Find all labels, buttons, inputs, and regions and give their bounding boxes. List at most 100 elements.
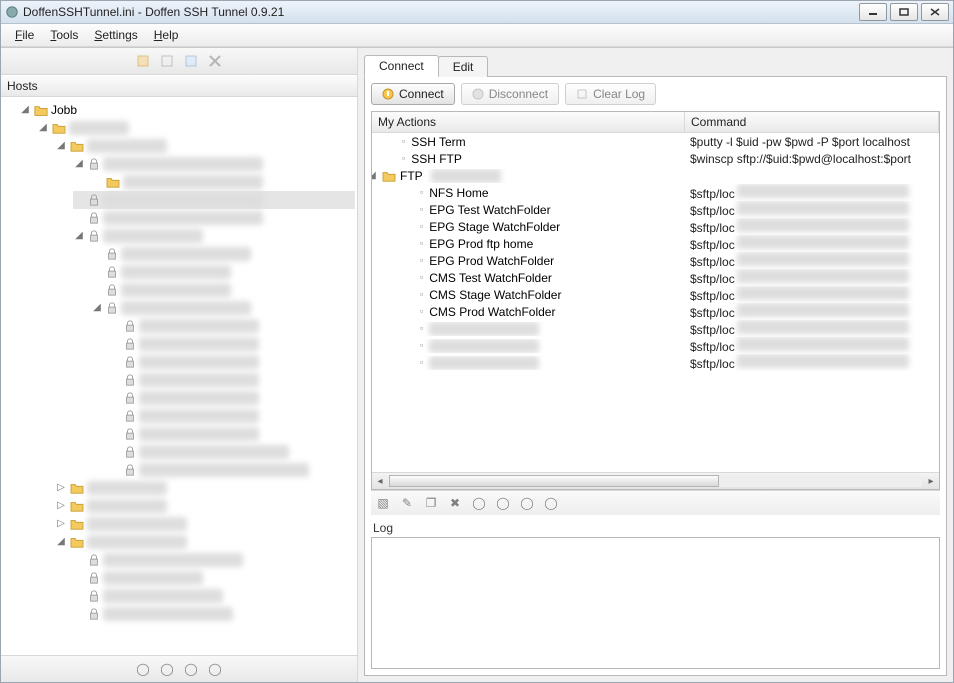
log-textarea[interactable] [371, 537, 940, 669]
horizontal-scrollbar[interactable]: ◂ ▸ [372, 472, 939, 489]
table-row[interactable]: ▫CMS Prod WatchFolder $sftp/loc [372, 303, 939, 320]
tree-node[interactable] [109, 443, 355, 461]
tree-node[interactable] [73, 191, 355, 209]
hosts-tree[interactable]: ◢ Jobb ◢ ◢ ◢ [1, 97, 357, 627]
expander-icon[interactable]: ◢ [372, 170, 378, 182]
column-header-command[interactable]: Command [685, 112, 939, 132]
menu-settings[interactable]: Settings [86, 26, 145, 44]
maximize-button[interactable] [890, 3, 918, 21]
tree-node[interactable] [109, 353, 355, 371]
tree-node[interactable]: ◢ [55, 533, 355, 551]
tab-connect[interactable]: Connect [364, 55, 439, 77]
tree-node[interactable]: ▷ [55, 497, 355, 515]
tree-node[interactable]: ◢ [37, 119, 355, 137]
table-row[interactable]: ▫SSH Term $putty -l $uid -pw $pwd -P $po… [372, 133, 939, 150]
action-nav-1-icon[interactable]: ◯ [471, 495, 487, 511]
toolbar-icon-1[interactable] [135, 53, 151, 69]
tree-node[interactable] [109, 407, 355, 425]
clear-log-button[interactable]: Clear Log [565, 83, 656, 105]
expander-icon[interactable]: ◢ [19, 104, 31, 116]
tree-node[interactable] [109, 317, 355, 335]
tree-node[interactable]: ▷ [55, 479, 355, 497]
tree-node[interactable] [73, 587, 355, 605]
toolbar-icon-2[interactable] [159, 53, 175, 69]
expander-icon[interactable]: ◢ [73, 230, 85, 242]
scroll-thumb[interactable] [389, 475, 719, 487]
table-row[interactable]: ▫ $sftp/loc [372, 337, 939, 354]
table-row[interactable]: ▫EPG Stage WatchFolder $sftp/loc [372, 218, 939, 235]
folder-icon [52, 122, 66, 134]
tree-node[interactable]: ▷ [55, 515, 355, 533]
action-nav-3-icon[interactable]: ◯ [519, 495, 535, 511]
tab-edit[interactable]: Edit [438, 56, 489, 77]
actions-table: My Actions Command ▫SSH Term $putty -l $… [371, 111, 940, 490]
bullet-icon: ▫ [420, 273, 423, 282]
tree-node[interactable] [91, 263, 355, 281]
action-nav-2-icon[interactable]: ◯ [495, 495, 511, 511]
connect-button[interactable]: Connect [371, 83, 455, 105]
tree-node[interactable] [109, 371, 355, 389]
table-row[interactable]: ▫NFS Home $sftp/loc [372, 184, 939, 201]
table-row[interactable]: ▫CMS Test WatchFolder $sftp/loc [372, 269, 939, 286]
action-command: $sftp/loc [684, 303, 939, 320]
table-row[interactable]: ▫SSH FTP $winscp sftp://$uid:$pwd@localh… [372, 150, 939, 167]
action-edit-icon[interactable]: ✎ [399, 495, 415, 511]
tree-node[interactable] [73, 209, 355, 227]
tree-node[interactable] [91, 281, 355, 299]
table-row[interactable]: ▫EPG Test WatchFolder $sftp/loc [372, 201, 939, 218]
action-nav-4-icon[interactable]: ◯ [543, 495, 559, 511]
action-copy-icon[interactable]: ❐ [423, 495, 439, 511]
tree-node[interactable]: ◢ [91, 299, 355, 317]
table-row[interactable]: ▫EPG Prod WatchFolder $sftp/loc [372, 252, 939, 269]
tree-node-label [103, 553, 243, 567]
menu-tools[interactable]: Tools [42, 26, 86, 44]
expander-icon[interactable]: ◢ [55, 536, 67, 548]
tree-node[interactable]: ◢ [73, 227, 355, 245]
minimize-button[interactable] [859, 3, 887, 21]
menu-help[interactable]: Help [146, 26, 187, 44]
expander-icon[interactable]: ◢ [73, 158, 85, 170]
hosts-tree-scroll[interactable]: ◢ Jobb ◢ ◢ ◢ [1, 97, 357, 655]
expander-icon[interactable]: ◢ [37, 122, 49, 134]
tree-node[interactable] [109, 461, 355, 479]
scroll-right-arrow[interactable]: ▸ [923, 476, 939, 487]
tree-node-root[interactable]: ◢ Jobb [19, 101, 355, 119]
tree-node[interactable] [91, 173, 355, 191]
arrow-up-icon[interactable]: ◯ [159, 661, 175, 677]
arrow-down-icon[interactable]: ◯ [183, 661, 199, 677]
scroll-track[interactable] [389, 475, 922, 487]
actions-table-body[interactable]: ▫SSH Term $putty -l $uid -pw $pwd -P $po… [372, 133, 939, 472]
tree-node[interactable]: ◢ [73, 155, 355, 173]
table-row[interactable]: ▫CMS Stage WatchFolder $sftp/loc [372, 286, 939, 303]
disconnect-button[interactable]: Disconnect [461, 83, 559, 105]
table-row[interactable]: ▫EPG Prod ftp home $sftp/loc [372, 235, 939, 252]
menu-file[interactable]: File [7, 26, 42, 44]
table-row[interactable]: ▫ $sftp/loc [372, 354, 939, 371]
action-delete-icon[interactable]: ✖ [447, 495, 463, 511]
arrow-left-icon[interactable]: ◯ [135, 661, 151, 677]
table-row[interactable]: ◢FTP [372, 167, 939, 184]
delete-icon[interactable] [207, 53, 223, 69]
scroll-left-arrow[interactable]: ◂ [372, 476, 388, 487]
expander-icon[interactable]: ◢ [91, 302, 103, 314]
table-row[interactable]: ▫ $sftp/loc [372, 320, 939, 337]
expander-icon[interactable]: ▷ [55, 518, 67, 530]
close-button[interactable] [921, 3, 949, 21]
tree-node-label [139, 337, 259, 351]
tree-node[interactable] [91, 245, 355, 263]
arrow-right-icon[interactable]: ◯ [207, 661, 223, 677]
expander-icon[interactable]: ▷ [55, 482, 67, 494]
tree-node[interactable] [73, 605, 355, 623]
tree-node[interactable] [109, 389, 355, 407]
expander-icon[interactable]: ▷ [55, 500, 67, 512]
expander-icon[interactable]: ◢ [55, 140, 67, 152]
action-command: $sftp/loc [684, 235, 939, 252]
tree-node[interactable] [73, 569, 355, 587]
action-new-icon[interactable]: ▧ [375, 495, 391, 511]
tree-node[interactable] [73, 551, 355, 569]
toolbar-icon-3[interactable] [183, 53, 199, 69]
tree-node[interactable] [109, 425, 355, 443]
column-header-action[interactable]: My Actions [372, 112, 685, 132]
tree-node[interactable]: ◢ [55, 137, 355, 155]
tree-node[interactable] [109, 335, 355, 353]
